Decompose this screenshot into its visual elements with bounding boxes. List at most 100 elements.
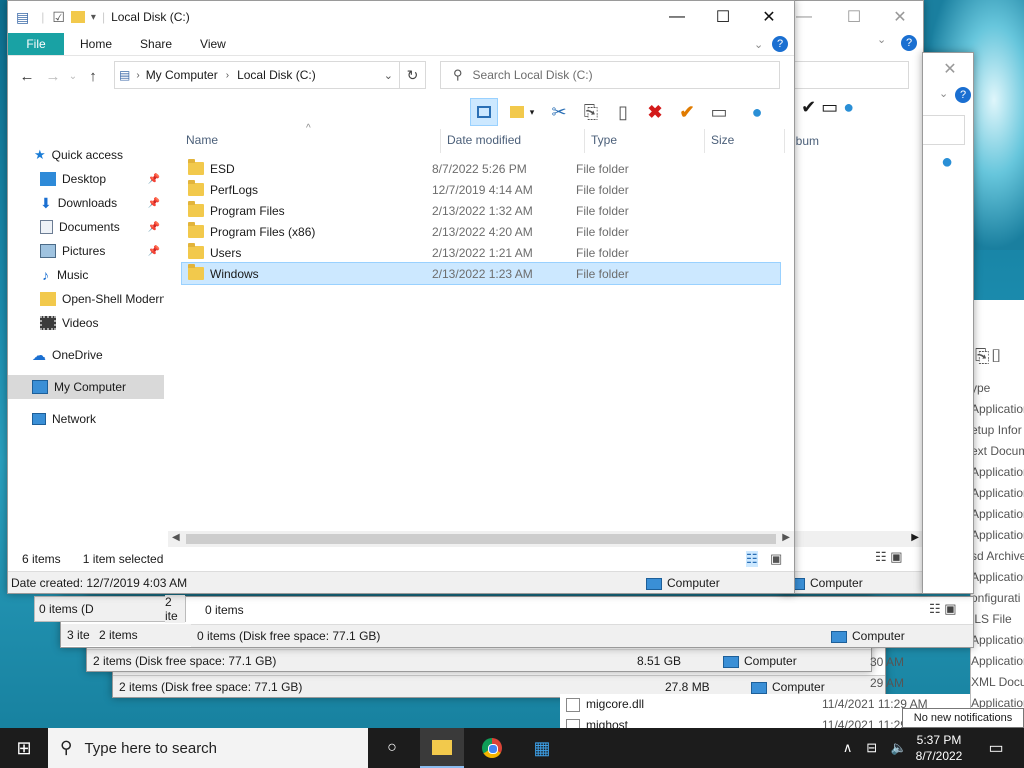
table-row[interactable]: PerfLogs 12/7/2019 4:14 AM File folder	[182, 179, 780, 200]
refresh-button[interactable]: ↻	[400, 61, 426, 89]
details-view-icon[interactable]: ☷	[746, 551, 758, 567]
breadcrumb-separator-icon[interactable]: ›	[226, 70, 229, 81]
forward-arrow-icon[interactable]: →	[40, 68, 66, 85]
scrollbar-thumb[interactable]	[186, 534, 776, 544]
maximize-icon[interactable]: ☐	[831, 1, 877, 33]
help-icon[interactable]: ?	[901, 35, 917, 51]
background-window-a[interactable]: 3 ite 2 items 0 items (Disk free space: …	[60, 596, 974, 648]
table-row[interactable]: Program Files 2/13/2022 1:32 AM File folde…	[182, 200, 780, 221]
sidebar-item-documents[interactable]: Documents 📌	[8, 215, 164, 239]
sidebar-item-videos[interactable]: Videos	[8, 311, 164, 335]
items-count-cut: 0 items (D	[39, 602, 94, 616]
maximize-button[interactable]: ☐	[700, 1, 746, 33]
folder-options-icon[interactable]: ▾	[504, 99, 540, 125]
chrome-taskbar-icon[interactable]	[470, 728, 514, 768]
explorer-window[interactable]: ▤ | ☑ ▾ | Local Disk (C:) — ☐ ✕ File Hom…	[7, 0, 795, 594]
clock-time: 5:37 PM	[916, 733, 962, 747]
recent-locations-icon[interactable]: ⌄	[66, 71, 80, 82]
clock[interactable]: 5:37 PM 8/7/2022	[912, 732, 966, 764]
sidebar-item-open-shell[interactable]: Open-Shell Modern	[8, 287, 164, 311]
scroll-right-icon[interactable]: ▶	[782, 532, 790, 543]
app-taskbar-icon[interactable]: ▦	[520, 728, 564, 768]
breadcrumb-my-computer[interactable]: My Computer	[146, 68, 218, 82]
close-button[interactable]: ✕	[746, 1, 792, 33]
copy-icon[interactable]: ⎘	[578, 99, 604, 125]
view-toggle-icons[interactable]: ☷ ▣	[875, 549, 903, 565]
chevron-up-icon[interactable]: ∧	[843, 740, 853, 756]
sidebar-item-pictures[interactable]: Pictures 📌	[8, 239, 164, 263]
tab-home[interactable]: Home	[66, 37, 126, 51]
table-row[interactable]: Users 2/13/2022 1:21 AM File folder	[182, 242, 780, 263]
tab-file[interactable]: File	[8, 33, 64, 55]
close-icon[interactable]: ✕	[877, 1, 923, 33]
search-input[interactable]: ⚲ Search Local Disk (C:)	[440, 61, 780, 89]
table-row[interactable]: ESD 8/7/2022 5:26 PM File folder	[182, 158, 780, 179]
pin-icon[interactable]: 📌	[148, 198, 160, 209]
column-date-modified[interactable]: Date modified	[447, 127, 521, 153]
properties-icon[interactable]: ☑	[52, 9, 65, 26]
chevron-down-icon[interactable]: ⌄	[384, 69, 393, 82]
new-folder-icon[interactable]	[70, 11, 85, 23]
title-bar[interactable]: ▤ | ☑ ▾ | Local Disk (C:) — ☐ ✕	[8, 1, 794, 33]
address-bar[interactable]: ▤ › My Computer › Local Disk (C:) ⌄	[114, 61, 400, 89]
table-row[interactable]: Program Files (x86) 2/13/2022 4:20 AM File…	[182, 221, 780, 242]
ribbon-collapse-icon[interactable]: ⌄	[877, 33, 886, 46]
ribbon-collapse-icon[interactable]: ⌄	[939, 87, 948, 100]
search-box-background[interactable]	[923, 115, 965, 145]
close-icon[interactable]: ✕	[927, 53, 973, 85]
back-arrow-icon[interactable]: ←	[14, 68, 40, 85]
pin-icon[interactable]: 📌	[148, 246, 160, 257]
column-size[interactable]: Size	[711, 127, 734, 153]
tab-view[interactable]: View	[186, 37, 240, 51]
cut-icon[interactable]: ✂	[546, 99, 572, 125]
help-icon[interactable]: ?	[772, 36, 788, 52]
file-type: File folder	[576, 182, 629, 197]
file-explorer-taskbar-icon[interactable]	[420, 728, 464, 768]
delete-icon[interactable]: ✖	[642, 99, 668, 125]
scroll-left-icon[interactable]: ◀	[172, 532, 180, 543]
sidebar-item-quick-access[interactable]: ★ Quick access	[8, 143, 164, 167]
action-center-icon[interactable]: ▭	[976, 728, 1016, 768]
ribbon-collapse-icon[interactable]: ⌄	[754, 38, 763, 51]
pin-icon[interactable]: 📌	[148, 222, 160, 233]
volume-icon[interactable]: 🔈	[891, 740, 907, 756]
rename-icon[interactable]: ▭	[706, 99, 732, 125]
large-icons-view-icon[interactable]: ▣	[770, 551, 782, 567]
sidebar-item-downloads[interactable]: ⬇ Downloads 📌	[8, 191, 164, 215]
sidebar-item-music[interactable]: ♪ Music	[8, 263, 164, 287]
navigation-pane-icon[interactable]	[470, 98, 498, 126]
windows-start-icon[interactable]: ⊞	[0, 728, 48, 768]
file-name: Windows	[210, 266, 259, 281]
sidebar-item-desktop[interactable]: Desktop 📌	[8, 167, 164, 191]
task-view-icon[interactable]: ○	[376, 728, 408, 768]
toolbar-shell-icon[interactable]: ●	[941, 151, 953, 174]
checkmark-icon[interactable]: ✔	[674, 99, 700, 125]
breadcrumb-separator-icon[interactable]: ›	[136, 70, 139, 81]
network-icon[interactable]: ⊟	[866, 740, 877, 756]
table-row[interactable]: Windows 2/13/2022 1:23 AM File folder	[181, 262, 781, 285]
tab-share[interactable]: Share	[126, 37, 186, 51]
help-icon[interactable]: ?	[955, 87, 971, 103]
view-toggle-icons[interactable]: ☷ ▣	[929, 601, 957, 617]
pin-icon[interactable]: 📌	[148, 174, 160, 185]
column-type[interactable]: Type	[591, 127, 617, 153]
minimize-button[interactable]: —	[654, 1, 700, 33]
horizontal-scrollbar[interactable]: ◀ ▶	[168, 531, 794, 547]
horizontal-scrollbar[interactable]: ▶	[781, 531, 923, 547]
status-location: Computer	[667, 576, 720, 590]
background-window-top-right[interactable]: ✕ ⌄ ? ●	[922, 52, 974, 594]
column-name[interactable]: Name	[186, 127, 218, 153]
sidebar-item-onedrive[interactable]: ☁ OneDrive	[8, 343, 164, 367]
sidebar-item-network[interactable]: Network	[8, 407, 164, 431]
background-type-cell: Application	[971, 402, 1024, 416]
taskbar-search-input[interactable]: ⚲ Type here to search	[48, 728, 368, 768]
sidebar-item-my-computer[interactable]: My Computer	[8, 375, 164, 399]
background-explorer-window[interactable]: — ☐ ✕ ⌄ ? ✖ ✔ ▭ ● lbum Computer ☷ ▣ ▶	[780, 0, 924, 594]
up-arrow-icon[interactable]: ↑	[80, 68, 106, 85]
search-box-background[interactable]	[781, 61, 909, 89]
breadcrumb-local-disk[interactable]: Local Disk (C:)	[237, 68, 316, 82]
column-album[interactable]: lbum	[793, 134, 819, 148]
quick-access-dropdown-icon[interactable]: ▾	[91, 12, 96, 23]
paste-icon[interactable]: ▯	[610, 99, 636, 125]
shell-icon[interactable]: ●	[744, 99, 770, 125]
